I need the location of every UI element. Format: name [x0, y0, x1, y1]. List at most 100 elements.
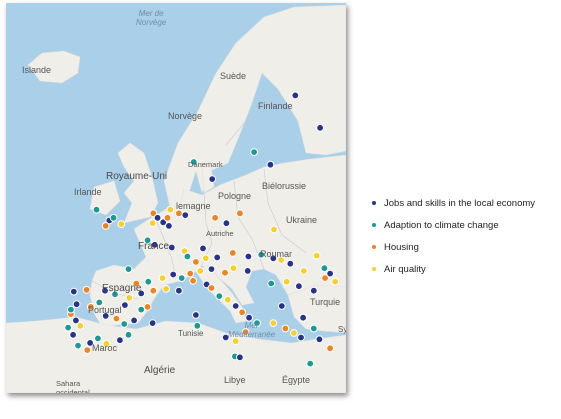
map-marker-jobs[interactable] — [116, 336, 124, 345]
map-marker-air-quality[interactable] — [125, 294, 134, 302]
map-marker-housing[interactable] — [83, 346, 92, 355]
map-marker-jobs[interactable] — [291, 91, 300, 100]
map-marker-climate[interactable] — [177, 274, 186, 283]
label-norvege: Norvège — [168, 111, 203, 121]
map-marker-housing[interactable] — [163, 213, 172, 222]
legend-item-climate: Adaption to climate change — [372, 214, 557, 236]
map-marker-jobs[interactable] — [192, 311, 200, 319]
map-marker-jobs[interactable] — [175, 286, 183, 295]
map-marker-housing[interactable] — [143, 303, 152, 311]
map-marker-jobs[interactable] — [208, 175, 217, 184]
map-marker-air-quality[interactable] — [229, 264, 238, 273]
map-marker-housing[interactable] — [189, 276, 198, 285]
map-marker-climate[interactable] — [306, 359, 315, 368]
map-marker-jobs[interactable] — [207, 265, 216, 274]
map-marker-housing[interactable] — [192, 258, 200, 266]
map-marker-jobs[interactable] — [130, 316, 139, 325]
map-marker-air-quality[interactable] — [76, 321, 85, 330]
map-marker-housing[interactable] — [228, 249, 237, 257]
map-marker-climate[interactable] — [94, 334, 102, 343]
label-danemark: Danemark — [188, 160, 223, 169]
map-marker-jobs[interactable] — [169, 270, 178, 279]
map-marker-jobs[interactable] — [121, 301, 129, 310]
map-marker-air-quality[interactable] — [331, 277, 340, 286]
map-marker-housing[interactable] — [101, 222, 110, 230]
label-egypte: Égypte — [282, 375, 311, 385]
legend-label-housing: Housing — [384, 241, 419, 253]
map-marker-climate[interactable] — [64, 323, 72, 332]
map-marker-air-quality[interactable] — [162, 285, 171, 293]
map-marker-housing[interactable] — [236, 209, 244, 218]
map-marker-jobs[interactable] — [72, 300, 81, 309]
label-ukraine: Ukraine — [286, 215, 318, 225]
map-marker-housing[interactable] — [82, 285, 91, 294]
map-marker-air-quality[interactable] — [166, 205, 175, 214]
map-marker-jobs[interactable] — [309, 286, 318, 295]
map-marker-air-quality[interactable] — [299, 267, 308, 275]
map-marker-jobs[interactable] — [266, 160, 275, 169]
map-marker-climate[interactable] — [250, 148, 259, 157]
map-marker-jobs[interactable] — [243, 267, 252, 275]
map-marker-air-quality[interactable] — [223, 295, 232, 304]
map-marker-jobs[interactable] — [222, 219, 231, 228]
map-marker-climate[interactable] — [124, 265, 133, 274]
map-marker-housing[interactable] — [321, 274, 330, 283]
map-marker-climate[interactable] — [215, 292, 224, 301]
map-marker-housing[interactable] — [112, 314, 121, 323]
map-canvas[interactable] — [6, 3, 346, 393]
map-marker-jobs[interactable] — [148, 319, 157, 328]
map-marker-air-quality[interactable] — [148, 219, 157, 228]
map-marker-jobs[interactable] — [277, 302, 286, 310]
map-marker-housing[interactable] — [221, 268, 229, 277]
map-marker-climate[interactable] — [109, 213, 118, 222]
map-marker-jobs[interactable] — [316, 123, 325, 132]
label-royaume-uni: Royaume-Uni — [106, 171, 168, 182]
map-marker-jobs[interactable] — [244, 252, 253, 261]
map-marker-housing[interactable] — [238, 308, 247, 317]
map-marker-housing[interactable] — [186, 269, 195, 278]
map-marker-air-quality[interactable] — [196, 267, 205, 275]
label-sahara: Sahara occidental — [56, 379, 90, 393]
map-marker-air-quality[interactable] — [270, 225, 278, 234]
map-marker-climate[interactable] — [124, 330, 133, 339]
map-marker-climate[interactable] — [137, 305, 146, 314]
map-marker-climate[interactable] — [183, 252, 192, 261]
map-marker-housing[interactable] — [326, 344, 335, 353]
map-marker-housing[interactable] — [281, 324, 290, 333]
map-marker-air-quality[interactable] — [312, 251, 321, 260]
map-marker-jobs[interactable] — [69, 330, 77, 339]
legend-label-climate: Adaption to climate change — [384, 219, 499, 231]
map-marker-climate[interactable] — [120, 320, 129, 328]
map-marker-jobs[interactable] — [213, 253, 222, 262]
map-marker-jobs[interactable] — [69, 287, 78, 296]
map-marker-jobs[interactable] — [315, 335, 324, 344]
map-marker-jobs[interactable] — [231, 302, 240, 310]
map-frame[interactable]: Mer de Norvège Islande Suède Finlande No… — [6, 3, 346, 393]
label-allemagne: lemagne — [176, 201, 211, 211]
map-marker-air-quality[interactable] — [158, 274, 167, 283]
map-marker-climate[interactable] — [74, 341, 82, 350]
map-marker-air-quality[interactable] — [290, 329, 298, 337]
map-marker-air-quality[interactable] — [282, 277, 291, 286]
map-marker-climate[interactable] — [267, 279, 276, 288]
map-marker-jobs[interactable] — [167, 243, 176, 252]
map-marker-climate[interactable] — [92, 205, 101, 214]
map-marker-jobs[interactable] — [297, 333, 305, 342]
map-marker-climate[interactable] — [67, 305, 75, 314]
map-marker-jobs[interactable] — [181, 211, 190, 220]
legend-dot-climate — [372, 223, 376, 227]
map-marker-housing[interactable] — [211, 213, 220, 222]
map-marker-jobs[interactable] — [295, 282, 303, 291]
map-marker-jobs[interactable] — [236, 353, 244, 362]
map-marker-air-quality[interactable] — [201, 254, 210, 263]
map-marker-climate[interactable] — [320, 264, 329, 273]
map-marker-climate[interactable] — [144, 277, 153, 286]
map-marker-climate[interactable] — [309, 324, 318, 333]
map-marker-housing[interactable] — [149, 286, 158, 295]
map-marker-jobs[interactable] — [199, 244, 207, 253]
map-marker-jobs[interactable] — [299, 313, 308, 322]
map-marker-jobs[interactable] — [165, 222, 173, 230]
map-marker-air-quality[interactable] — [117, 220, 126, 229]
map-marker-jobs[interactable] — [286, 259, 295, 268]
map-marker-housing[interactable] — [207, 284, 216, 292]
